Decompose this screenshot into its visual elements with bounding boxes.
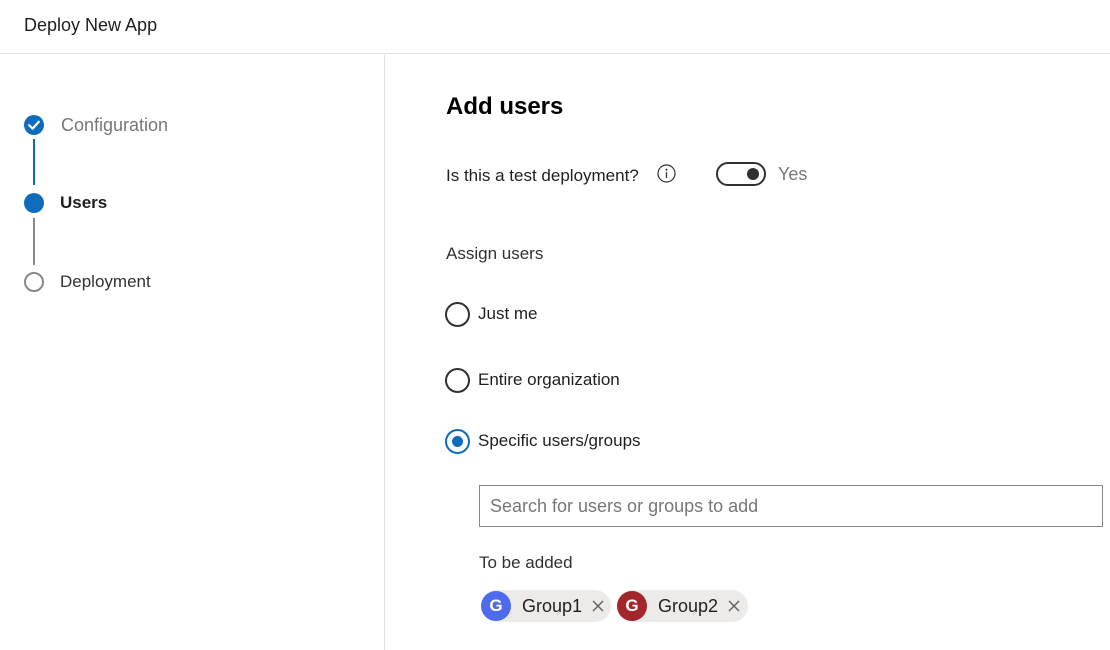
radio-label: Just me <box>478 304 538 323</box>
test-deployment-toggle[interactable] <box>716 162 766 186</box>
chip-label: Group1 <box>522 596 583 616</box>
radio-dot <box>452 436 463 447</box>
pending-step-icon <box>24 272 44 292</box>
close-icon[interactable] <box>591 599 605 613</box>
radio-specific-users-groups[interactable]: Specific users/groups <box>445 427 685 457</box>
radio-just-me[interactable]: Just me <box>445 300 585 330</box>
avatar: G <box>481 591 511 621</box>
search-users-input[interactable] <box>479 485 1103 527</box>
step-configuration[interactable]: Configuration <box>0 107 380 143</box>
step-deployment[interactable]: Deployment <box>0 264 380 300</box>
toggle-knob <box>747 168 759 180</box>
chip-label: Group2 <box>658 596 719 616</box>
step-connector <box>33 218 35 265</box>
step-label: Deployment <box>60 272 151 291</box>
radio-circle-selected[interactable] <box>445 429 470 454</box>
current-step-icon <box>24 193 44 213</box>
step-connector <box>33 139 35 185</box>
top-bar: Deploy New App <box>0 0 1110 54</box>
assign-users-label: Assign users <box>446 244 544 263</box>
toggle-state-label: Yes <box>778 164 808 184</box>
step-label: Configuration <box>61 115 169 135</box>
main-content: Add users Is this a test deployment? Yes… <box>386 55 1110 650</box>
radio-entire-organization[interactable]: Entire organization <box>445 366 665 396</box>
test-deployment-label: Is this a test deployment? <box>446 166 639 185</box>
chip-group2: G Group2 <box>617 590 748 622</box>
close-icon[interactable] <box>727 599 741 613</box>
chip-group1: G Group1 <box>481 590 611 622</box>
page-title: Add users <box>446 93 564 120</box>
radio-label: Specific users/groups <box>478 431 641 450</box>
wizard-steps-panel: Configuration Users Deployment <box>0 55 385 650</box>
info-icon[interactable] <box>657 164 676 183</box>
app-title: Deploy New App <box>24 15 158 35</box>
avatar: G <box>617 591 647 621</box>
check-icon <box>24 115 44 135</box>
radio-label: Entire organization <box>478 370 620 389</box>
to-be-added-label: To be added <box>479 553 573 572</box>
radio-circle[interactable] <box>445 368 470 393</box>
step-users[interactable]: Users <box>0 185 380 221</box>
step-label: Users <box>60 193 108 212</box>
radio-circle[interactable] <box>445 302 470 327</box>
